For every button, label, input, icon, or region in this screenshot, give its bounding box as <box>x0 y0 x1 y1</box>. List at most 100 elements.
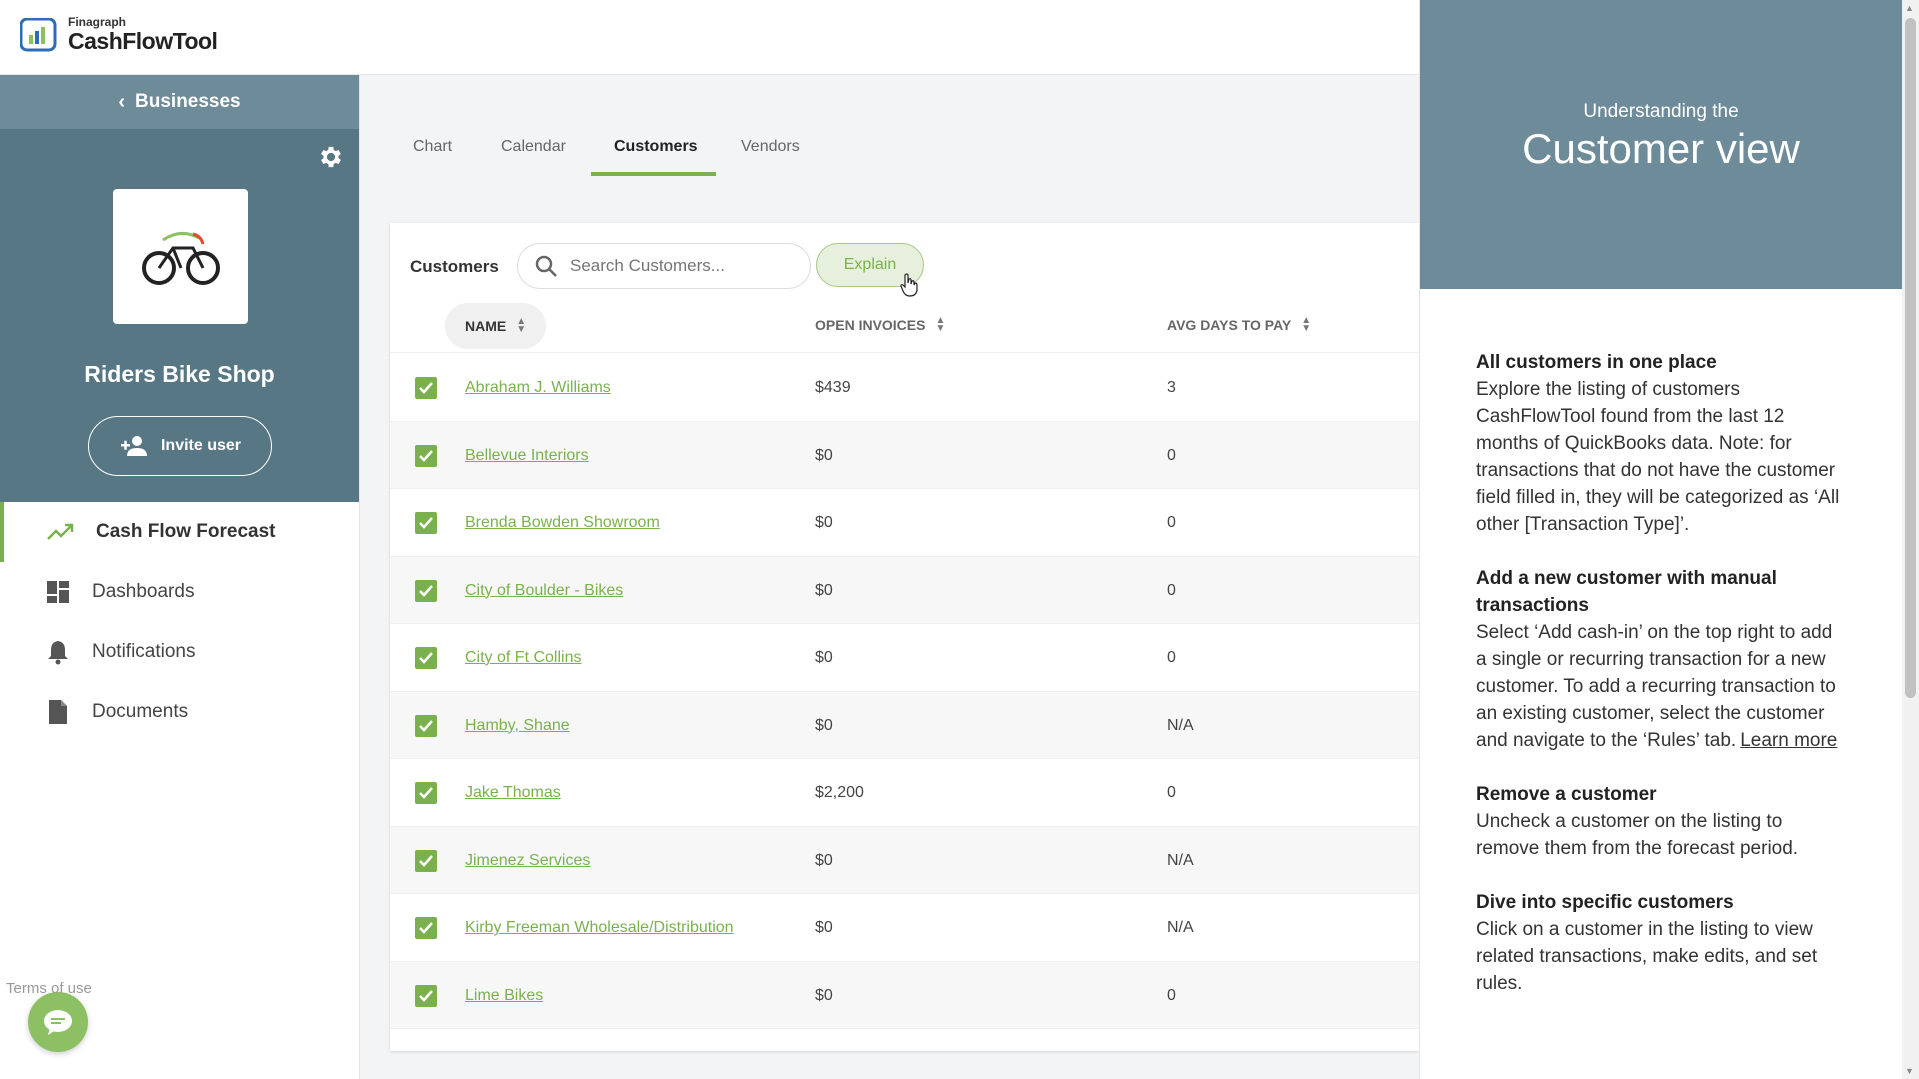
include-checkbox[interactable] <box>415 849 437 872</box>
search-input[interactable] <box>570 256 790 276</box>
scrollbar-thumb[interactable] <box>1905 18 1916 698</box>
avg-days-value: 0 <box>1167 581 1176 599</box>
customer-name-link[interactable]: Hamby, Shane <box>465 717 570 735</box>
include-checkbox[interactable] <box>415 714 437 737</box>
open-invoices-value: $0 <box>815 986 833 1004</box>
table-row[interactable]: Abraham J. Williams $439 3 <box>390 354 1419 422</box>
chat-button[interactable] <box>28 992 88 1052</box>
avg-days-value: 0 <box>1167 649 1176 666</box>
column-label: NAME <box>465 318 507 334</box>
nav-label: Documents <box>92 701 189 722</box>
help-subtitle: Understanding the <box>1583 101 1739 122</box>
checkmark-icon <box>419 517 433 529</box>
table-row[interactable]: Bellevue Interiors $0 0 <box>390 421 1419 489</box>
include-checkbox[interactable] <box>415 444 437 467</box>
avg-days-value: 0 <box>1167 446 1176 464</box>
table-row[interactable]: Jake Thomas $2,200 0 <box>390 759 1419 827</box>
customers-panel: Customers Explain NAME ▲▼ OPEN INVOICES … <box>390 223 1419 1051</box>
invite-user-button[interactable]: Invite user <box>88 416 272 476</box>
table-row[interactable]: Brenda Bowden Showroom $0 0 <box>390 489 1419 557</box>
nav-notifications[interactable]: Notifications <box>0 622 359 682</box>
include-checkbox[interactable] <box>415 984 437 1007</box>
column-header-name[interactable]: NAME ▲ ▼ <box>445 303 547 349</box>
open-invoices-value: $0 <box>815 514 833 531</box>
include-checkbox[interactable] <box>415 377 437 399</box>
checkmark-icon <box>419 584 433 597</box>
avg-days-value: 0 <box>1167 784 1176 801</box>
tab-chart[interactable]: Chart <box>413 138 452 156</box>
top-header: Finagraph CashFlowTool <box>0 0 1419 75</box>
column-label: OPEN INVOICES <box>815 317 926 333</box>
businesses-back-link[interactable]: ‹ Businesses <box>0 75 359 129</box>
business-card: Riders Bike Shop Invite user <box>0 129 359 502</box>
nav-label: Dashboards <box>92 581 195 602</box>
customer-name-link[interactable]: Kirby Freeman Wholesale/Distribution <box>465 919 734 937</box>
table-row[interactable]: Jimenez Services $0 N/A <box>390 826 1419 894</box>
open-invoices-value: $439 <box>815 379 851 396</box>
nav-cash-flow-forecast[interactable]: Cash Flow Forecast <box>0 502 359 562</box>
customer-name-link[interactable]: Lime Bikes <box>465 987 543 1005</box>
open-invoices-value: $0 <box>815 581 833 599</box>
learn-more-link[interactable]: Learn more <box>1740 730 1837 751</box>
nav-documents[interactable]: Documents <box>0 682 359 742</box>
help-section-heading: Remove a customer <box>1476 784 1657 805</box>
avg-days-value: N/A <box>1167 919 1194 936</box>
search-icon <box>535 255 557 277</box>
sort-icon: ▲ ▼ <box>935 315 946 334</box>
table-row[interactable]: City of Boulder - Bikes $0 0 <box>390 556 1419 624</box>
open-invoices-value: $0 <box>815 919 833 936</box>
include-checkbox[interactable] <box>415 579 437 602</box>
table-row[interactable]: Lime Bikes $0 0 <box>390 961 1419 1029</box>
open-invoices-value: $0 <box>815 851 833 869</box>
search-box[interactable] <box>517 243 811 289</box>
customer-name-link[interactable]: Bellevue Interiors <box>465 447 589 465</box>
table-row[interactable]: Hamby, Shane $0 N/A <box>390 691 1419 759</box>
active-tab-indicator <box>591 172 716 176</box>
include-checkbox[interactable] <box>415 782 437 804</box>
app-logo[interactable]: Finagraph CashFlowTool <box>20 15 218 53</box>
help-section-text: Explore the listing of customers CashFlo… <box>1476 379 1840 535</box>
open-invoices-value: $0 <box>815 446 833 464</box>
avg-days-value: N/A <box>1167 716 1194 734</box>
invite-user-label: Invite user <box>160 437 242 454</box>
terms-of-use-link[interactable]: Terms of use <box>6 980 92 997</box>
column-header-open-invoices[interactable]: OPEN INVOICES ▲ ▼ <box>815 315 946 334</box>
table-row[interactable]: City of Ft Collins $0 0 <box>390 624 1419 692</box>
include-checkbox[interactable] <box>415 512 437 534</box>
tab-customers[interactable]: Customers <box>614 138 698 156</box>
customer-name-link[interactable]: Brenda Bowden Showroom <box>465 514 660 532</box>
tab-vendors[interactable]: Vendors <box>741 138 800 156</box>
tab-calendar[interactable]: Calendar <box>501 138 566 156</box>
avg-days-value: 3 <box>1167 379 1176 396</box>
businesses-label: Businesses <box>135 91 241 112</box>
gear-icon[interactable] <box>317 143 345 171</box>
customer-name-link[interactable]: Jimenez Services <box>465 852 590 870</box>
add-person-icon <box>120 436 147 456</box>
customer-name-link[interactable]: Abraham J. Williams <box>465 379 611 397</box>
include-checkbox[interactable] <box>415 917 437 939</box>
help-section: Dive into specific customers Click on a … <box>1476 889 1846 997</box>
nav-dashboards[interactable]: Dashboards <box>0 562 359 622</box>
panel-title: Customers <box>410 257 499 276</box>
scroll-down-arrow-icon[interactable]: ▼ <box>1905 1066 1914 1076</box>
help-section-text: Select ‘Add cash-in’ on the top right to… <box>1476 619 1846 754</box>
open-invoices-value: $2,200 <box>815 784 864 801</box>
include-checkbox[interactable] <box>415 647 437 669</box>
customer-name-link[interactable]: Jake Thomas <box>465 784 561 802</box>
open-invoices-value: $0 <box>815 649 833 666</box>
help-header: Understanding the Customer view <box>1420 0 1902 289</box>
customer-name-link[interactable]: City of Ft Collins <box>465 649 581 667</box>
table-row[interactable]: Kirby Freeman Wholesale/Distribution $0 N/… <box>390 894 1419 962</box>
customer-name-link[interactable]: City of Boulder - Bikes <box>465 582 623 600</box>
help-section-text: Uncheck a customer on the listing to rem… <box>1476 811 1799 859</box>
logo-chart-icon <box>20 17 57 51</box>
scroll-up-arrow-icon[interactable]: ▲ <box>1905 3 1914 13</box>
help-section: Add a new customer with manual transacti… <box>1476 565 1846 754</box>
nav-label: Notifications <box>92 641 196 662</box>
chat-icon <box>44 1010 72 1035</box>
brand-small: Finagraph <box>68 15 127 29</box>
column-header-avg-days[interactable]: AVG DAYS TO PAY ▲ ▼ <box>1167 316 1311 334</box>
checkmark-icon <box>419 922 433 934</box>
sidebar: ‹ Businesses Riders Bike Shop Invite use… <box>0 75 360 1079</box>
bell-icon <box>48 641 68 665</box>
